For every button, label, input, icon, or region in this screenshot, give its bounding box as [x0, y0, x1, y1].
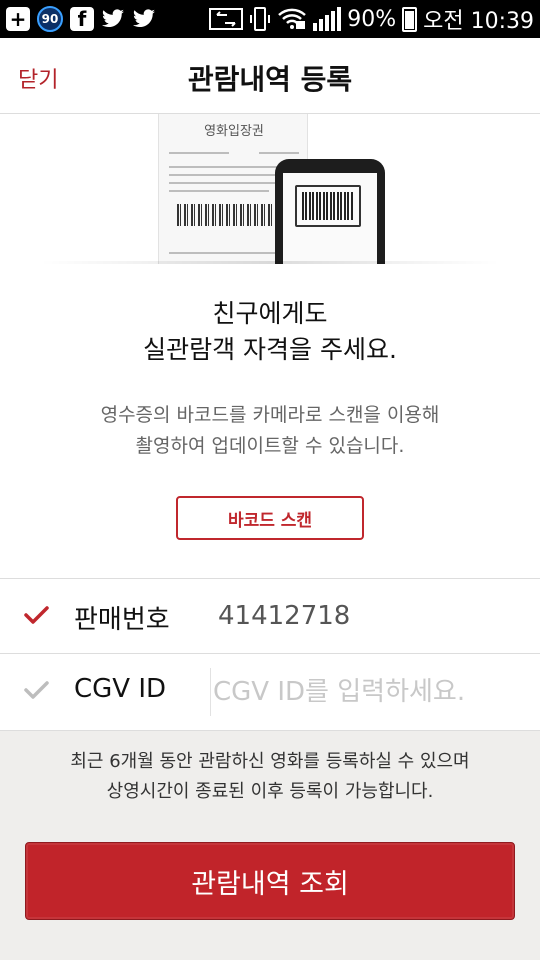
sale-number-value: 41412718 [218, 601, 351, 631]
phone-scanner-image [275, 159, 385, 264]
notice-line-1: 최근 6개월 동안 관람하신 영화를 등록하실 수 있으며 [70, 751, 470, 772]
badge-90-icon: 90 [37, 6, 63, 32]
add-icon: + [6, 6, 30, 32]
cgv-id-input[interactable] [210, 668, 520, 716]
battery-icon [402, 6, 418, 32]
headline-line-2: 실관람객 자격을 주세요. [143, 335, 397, 364]
notice-text: 최근 6개월 동안 관람하신 영화를 등록하실 수 있으며 상영시간이 종료된 … [0, 747, 540, 807]
description: 영수증의 바코드를 카메라로 스캔을 이용해 촬영하여 업데이트할 수 있습니다… [0, 400, 540, 462]
barcode-scan-button[interactable]: 바코드 스캔 [176, 496, 364, 540]
status-time: 오전 10:39 [423, 9, 534, 34]
description-line-1: 영수증의 바코드를 카메라로 스캔을 이용해 [100, 404, 440, 426]
page-title: 관람내역 등록 [187, 63, 353, 96]
twitter-icon [132, 6, 156, 32]
signal-icon [313, 6, 342, 32]
badge-number: 90 [37, 6, 63, 32]
check-inactive-icon [22, 676, 50, 704]
headline-line-1: 친구에게도 [212, 299, 328, 328]
check-active-icon [22, 601, 50, 629]
sale-number-row: 판매번호 41412718 [0, 578, 540, 654]
barcode-icon [302, 192, 354, 220]
cgv-id-row: CGV ID [0, 654, 540, 730]
notice-line-2: 상영시간이 종료된 이후 등록이 가능합니다. [106, 781, 434, 802]
vibrate-icon [249, 6, 271, 32]
wifi-icon [277, 6, 307, 32]
facebook-icon: f [70, 6, 94, 32]
headline: 친구에게도 실관람객 자격을 주세요. [0, 296, 540, 368]
cgv-id-label: CGV ID [74, 674, 167, 704]
ticket-title: 영화입장권 [204, 124, 264, 139]
sale-number-label: 판매번호 [74, 605, 170, 635]
nfc-icon [209, 6, 244, 32]
view-history-button[interactable]: 관람내역 조회 [25, 842, 515, 920]
description-line-2: 촬영하여 업데이트할 수 있습니다. [135, 435, 405, 457]
footer: 최근 6개월 동안 관람하신 영화를 등록하실 수 있으며 상영시간이 종료된 … [0, 730, 540, 960]
status-bar: + 90 f 90% 오전 10:39 [0, 0, 540, 38]
status-bar-left: + 90 f [6, 6, 156, 32]
barcode-scan-illustration: 영화입장권 [0, 114, 540, 264]
status-bar-right: 90% 오전 10:39 [209, 3, 534, 35]
twitter-icon [101, 6, 125, 32]
battery-percent: 90% [347, 6, 397, 32]
app-header: 닫기 관람내역 등록 [0, 38, 540, 114]
